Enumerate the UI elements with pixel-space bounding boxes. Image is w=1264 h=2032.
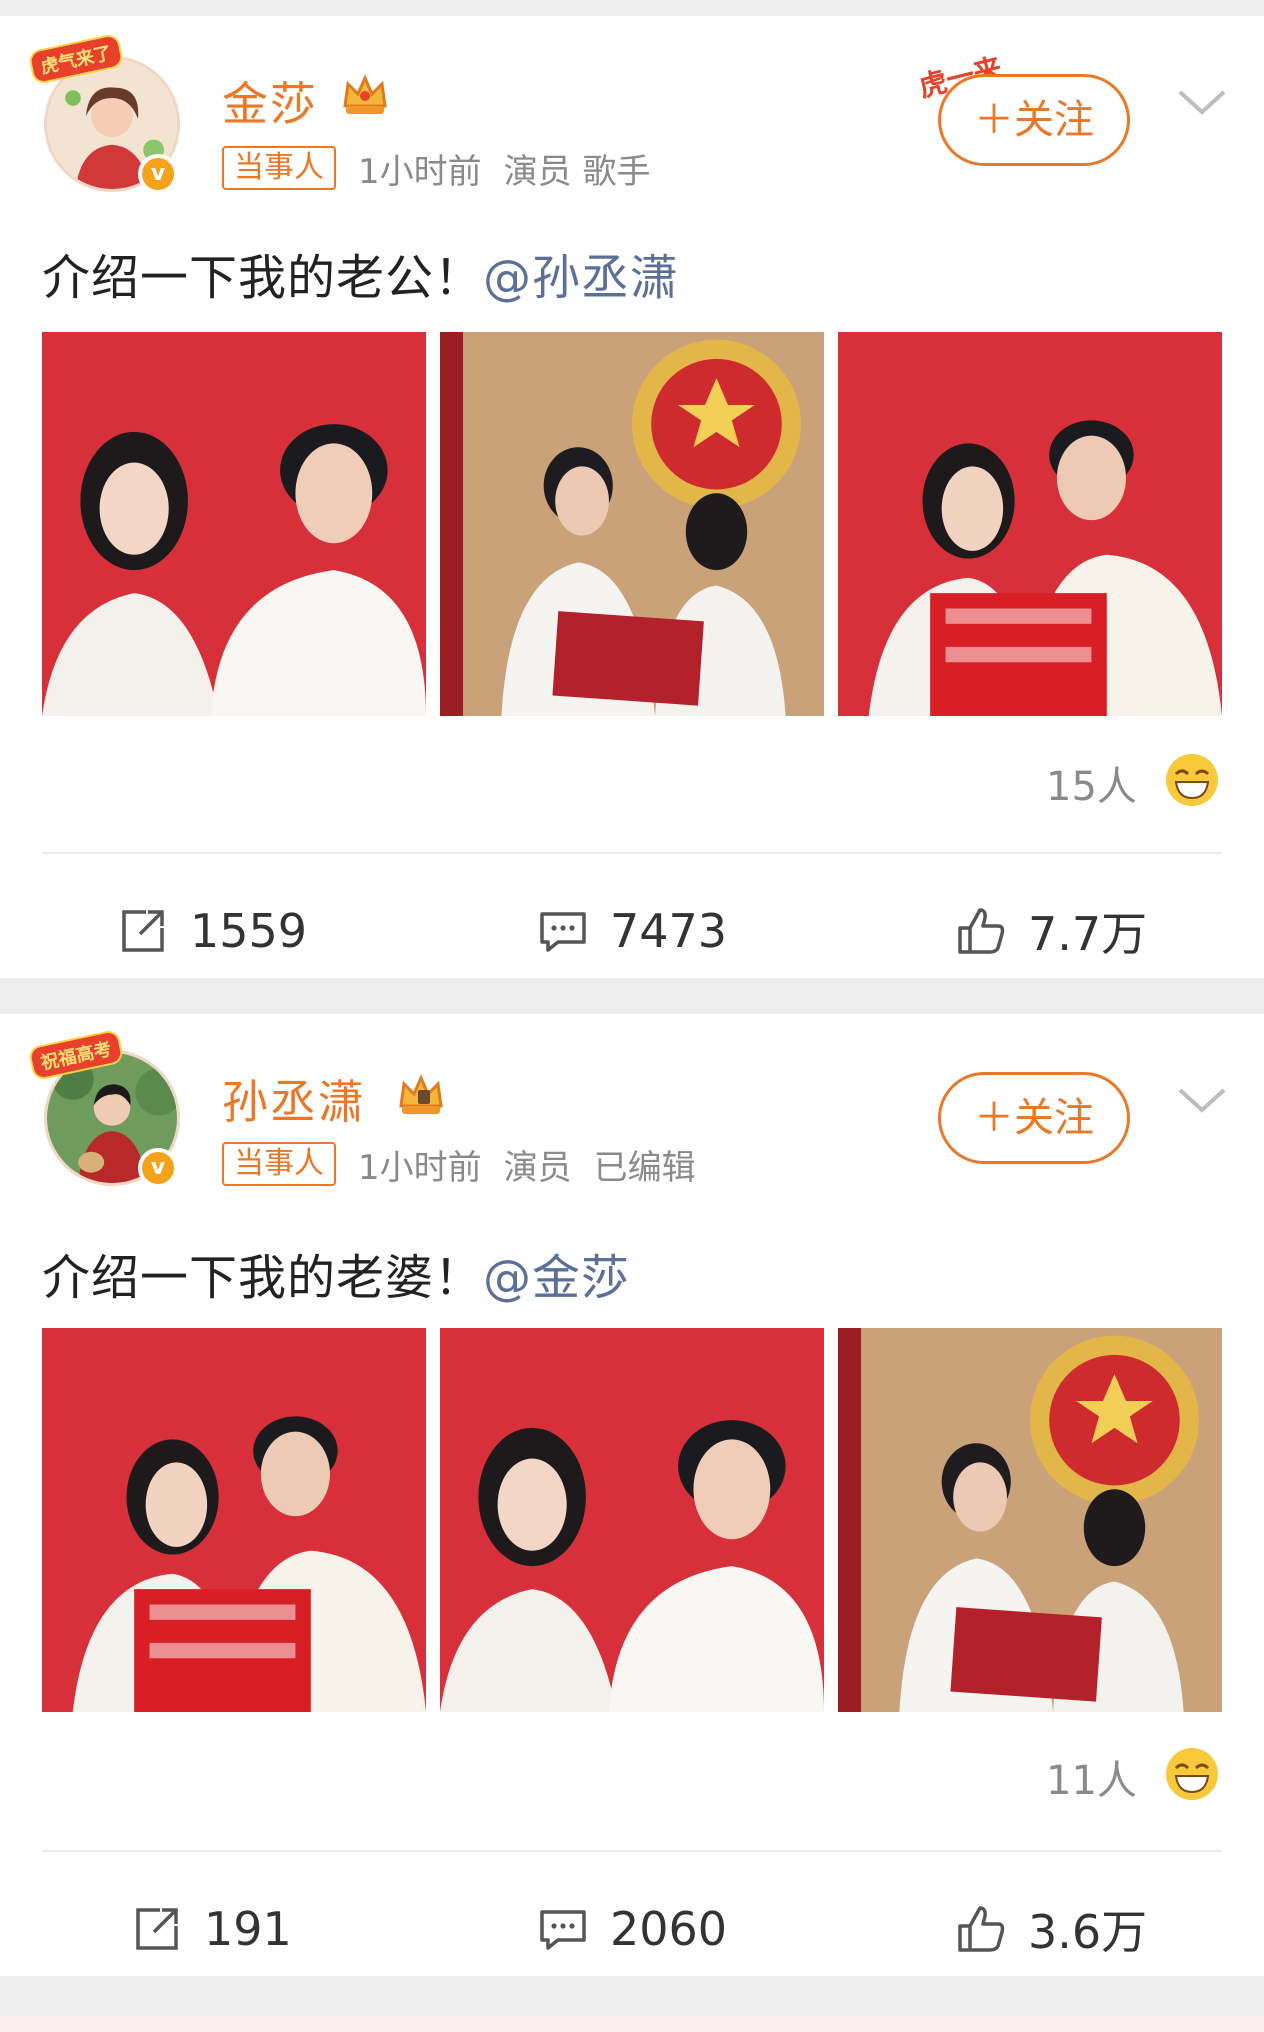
post-time: 1小时前 — [358, 1147, 482, 1188]
repost-count: 191 — [204, 1902, 292, 1956]
reaction-count[interactable]: 15人 — [1046, 754, 1137, 812]
crown-icon — [343, 74, 387, 114]
status-badge: 当事人 — [222, 1142, 336, 1186]
follow-button[interactable]: ＋关注 — [938, 1072, 1130, 1164]
repost-button[interactable]: 1559 — [116, 896, 307, 966]
user-description: 演员 歌手 — [503, 151, 651, 192]
like-button[interactable]: 3.6万 — [954, 1894, 1147, 1964]
follow-button[interactable]: ＋关注 — [938, 74, 1130, 166]
feed-separator — [0, 1976, 1264, 2032]
chevron-down-icon[interactable] — [1176, 86, 1228, 116]
crown-icon — [399, 1074, 443, 1114]
edited-label: 已编辑 — [593, 1147, 696, 1188]
photo-couple-portrait[interactable] — [440, 1328, 824, 1712]
laugh-emoji-icon[interactable] — [1164, 752, 1220, 808]
comment-button[interactable]: 7473 — [536, 896, 727, 966]
next-post-peek — [0, 2016, 1264, 2032]
chevron-down-icon[interactable] — [1176, 1084, 1228, 1114]
comment-icon — [540, 912, 586, 952]
photo-marriage-certificate[interactable] — [838, 1328, 1222, 1712]
post-text: 介绍一下我的老公！@孙丞潇 — [42, 238, 679, 308]
user-description: 演员 — [503, 1147, 572, 1188]
photo-double-happiness[interactable] — [838, 332, 1222, 716]
post-card: 祝福高考 v 孙丞潇 当事人 1小时前 演员 已编辑 ＋关注 介绍一下我的老婆！… — [0, 1014, 1264, 1976]
repost-icon — [122, 910, 164, 952]
post-text-body: 介绍一下我的老公！ — [42, 250, 484, 306]
photo-marriage-certificate[interactable] — [440, 332, 824, 716]
repost-count: 1559 — [190, 904, 308, 958]
like-count: 7.7万 — [1028, 907, 1148, 961]
meta-row: 当事人 1小时前 演员 歌手 — [222, 146, 672, 192]
post-card: 虎气来了 v 金莎 当事人 1小时前 演员 歌手 虎一来 ＋关注 介绍一下我的老… — [0, 16, 1264, 978]
post-text: 介绍一下我的老婆！@金莎 — [42, 1238, 630, 1308]
comment-count: 2060 — [610, 1902, 728, 1956]
meta-row: 当事人 1小时前 演员 已编辑 — [222, 1142, 718, 1188]
mention-link[interactable]: @孙丞潇 — [483, 250, 679, 306]
like-icon — [958, 908, 1005, 954]
like-count: 3.6万 — [1028, 1905, 1148, 1959]
post-text-body: 介绍一下我的老婆！ — [42, 1250, 484, 1306]
mention-link[interactable]: @金莎 — [483, 1250, 630, 1306]
status-badge: 当事人 — [222, 146, 336, 190]
divider — [42, 852, 1222, 854]
username[interactable]: 金莎 — [222, 68, 318, 134]
like-icon — [958, 1906, 1005, 1952]
comment-button[interactable]: 2060 — [536, 1894, 727, 1964]
photo-couple-portrait[interactable] — [42, 332, 426, 716]
comment-count: 7473 — [610, 904, 728, 958]
verified-icon: v — [138, 154, 178, 194]
laugh-emoji-icon[interactable] — [1164, 1746, 1220, 1802]
post-time: 1小时前 — [358, 151, 482, 192]
reaction-count[interactable]: 11人 — [1046, 1748, 1137, 1806]
verified-icon: v — [138, 1148, 178, 1188]
username[interactable]: 孙丞潇 — [222, 1066, 366, 1132]
divider — [42, 1850, 1222, 1852]
photo-double-happiness[interactable] — [42, 1328, 426, 1712]
repost-button[interactable]: 191 — [130, 1894, 292, 1964]
repost-icon — [136, 1908, 178, 1950]
like-button[interactable]: 7.7万 — [954, 896, 1147, 966]
comment-icon — [540, 1910, 586, 1950]
